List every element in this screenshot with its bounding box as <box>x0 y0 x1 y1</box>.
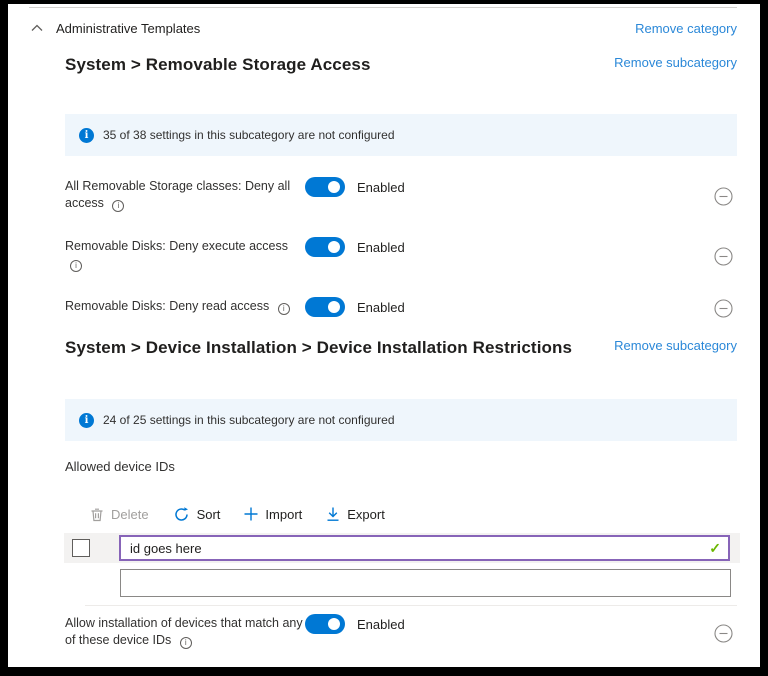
row-checkbox[interactable] <box>72 539 90 557</box>
banner-text: 24 of 25 settings in this subcategory ar… <box>103 413 395 427</box>
setting-label: Removable Disks: Deny read access i <box>65 297 305 315</box>
info-icon[interactable]: i <box>112 199 125 212</box>
setting-toggle[interactable] <box>305 237 345 257</box>
toggle-state-label: Enabled <box>357 240 405 255</box>
delete-button[interactable]: Delete <box>90 507 149 522</box>
device-id-input[interactable] <box>119 535 730 561</box>
setting-label-text: Removable Disks: Deny read access <box>65 299 270 313</box>
remove-subcategory-link[interactable]: Remove subcategory <box>614 55 737 70</box>
info-icon: i <box>79 412 94 428</box>
sort-icon <box>173 506 190 523</box>
minus-circle-icon[interactable] <box>714 187 733 206</box>
section-device-installation: System > Device Installation > Device In… <box>64 338 740 649</box>
section-title: System > Device Installation > Device In… <box>65 338 573 357</box>
download-icon <box>326 507 340 522</box>
setting-toggle[interactable] <box>305 177 345 197</box>
info-banner: i 35 of 38 settings in this subcategory … <box>65 114 737 156</box>
list-editor-label: Allowed device IDs <box>65 459 175 474</box>
minus-circle-icon[interactable] <box>714 624 733 643</box>
import-label: Import <box>265 506 303 522</box>
setting-row: Allow installation of devices that match… <box>65 614 737 649</box>
toggle-state-label: Enabled <box>357 180 405 195</box>
setting-toggle[interactable] <box>305 614 345 634</box>
setting-label: All Removable Storage classes: Deny all … <box>65 177 305 212</box>
info-banner: i 24 of 25 settings in this subcategory … <box>65 399 737 441</box>
import-button[interactable]: Import <box>244 507 302 522</box>
section-title: System > Removable Storage Access <box>65 55 371 74</box>
banner-text: 35 of 38 settings in this subcategory ar… <box>103 128 395 142</box>
info-icon: i <box>79 127 94 143</box>
top-divider <box>29 7 737 8</box>
setting-toggle[interactable] <box>305 297 345 317</box>
setting-label-text: Removable Disks: Deny execute access <box>65 239 289 253</box>
sort-button[interactable]: Sort <box>173 506 221 523</box>
setting-row: Removable Disks: Deny execute access i E… <box>65 237 737 297</box>
device-id-input-empty[interactable] <box>120 569 731 597</box>
sort-label: Sort <box>196 506 221 522</box>
setting-row: Removable Disks: Deny read access i Enab… <box>65 297 737 323</box>
trash-icon <box>90 507 104 522</box>
id-list-row: ✓ <box>64 533 740 563</box>
chevron-up-icon[interactable] <box>31 24 43 32</box>
info-icon[interactable]: i <box>179 636 192 649</box>
category-title: Administrative Templates <box>56 20 201 36</box>
setting-label: Allow installation of devices that match… <box>65 614 305 649</box>
remove-subcategory-link[interactable]: Remove subcategory <box>614 338 737 353</box>
export-label: Export <box>347 506 385 522</box>
info-icon[interactable]: i <box>277 302 290 315</box>
delete-label: Delete <box>111 506 149 522</box>
minus-circle-icon[interactable] <box>714 247 733 266</box>
remove-category-link[interactable]: Remove category <box>635 21 737 36</box>
setting-label-text: All Removable Storage classes: Deny all … <box>65 179 291 210</box>
section-removable-storage: System > Removable Storage Access Remove… <box>65 55 737 323</box>
id-list-row-empty <box>120 569 737 597</box>
list-divider <box>85 605 737 606</box>
export-button[interactable]: Export <box>326 507 385 522</box>
minus-circle-icon[interactable] <box>714 299 733 318</box>
setting-label: Removable Disks: Deny execute access i <box>65 237 305 272</box>
checkmark-icon: ✓ <box>709 540 721 556</box>
setting-row: All Removable Storage classes: Deny all … <box>65 177 737 237</box>
toggle-state-label: Enabled <box>357 617 405 632</box>
list-toolbar: Delete Sort Import Export <box>90 504 737 524</box>
category-header: Administrative Templates Remove category <box>29 19 737 37</box>
toggle-state-label: Enabled <box>357 300 405 315</box>
plus-icon <box>244 507 258 521</box>
settings-panel: Administrative Templates Remove category… <box>8 4 760 667</box>
info-icon[interactable]: i <box>70 259 82 272</box>
